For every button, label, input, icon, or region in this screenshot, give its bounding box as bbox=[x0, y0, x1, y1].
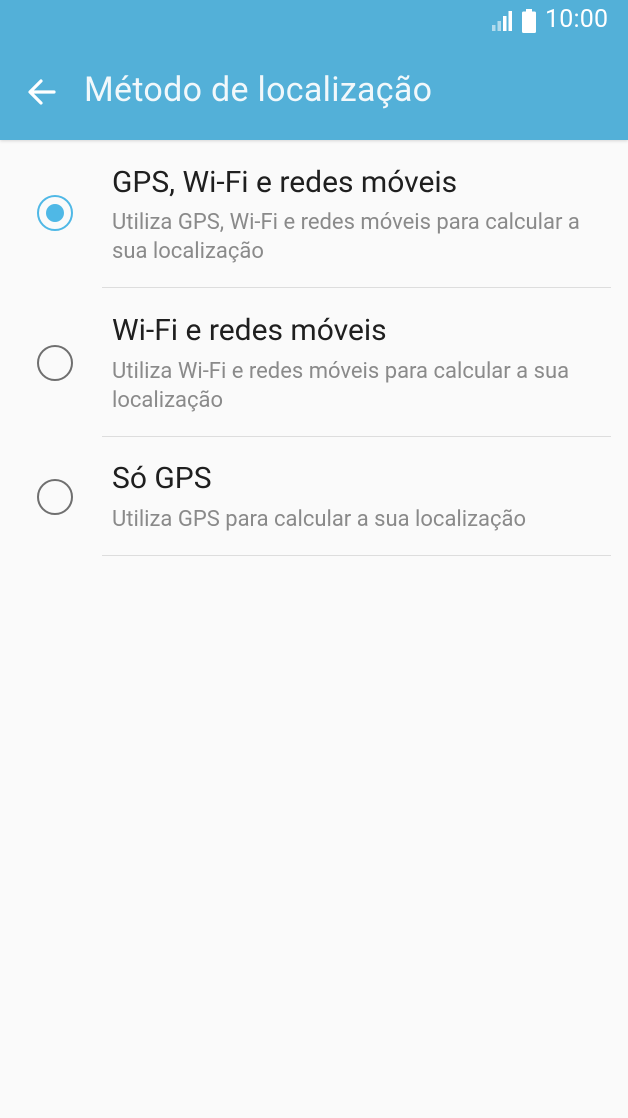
radio-button[interactable] bbox=[37, 345, 73, 381]
battery-icon bbox=[522, 9, 536, 33]
option-gps-only[interactable]: Só GPS Utiliza GPS para calcular a sua l… bbox=[0, 437, 628, 557]
signal-icon bbox=[492, 11, 512, 31]
radio-dot bbox=[46, 204, 64, 222]
option-description: Utiliza GPS para calcular a sua localiza… bbox=[112, 507, 527, 532]
page-title: Método de localização bbox=[84, 70, 433, 110]
divider bbox=[102, 555, 611, 556]
option-title: GPS, Wi-Fi e redes móveis bbox=[112, 165, 458, 200]
status-clock: 10:00 bbox=[545, 5, 609, 34]
option-gps-wifi-mobile[interactable]: GPS, Wi-Fi e redes móveis Utiliza GPS, W… bbox=[0, 140, 628, 288]
radio-button[interactable] bbox=[37, 479, 73, 515]
app-bar: 10:00 Método de localização bbox=[0, 0, 628, 140]
location-method-list: GPS, Wi-Fi e redes móveis Utiliza GPS, W… bbox=[0, 140, 628, 557]
arrow-back-icon bbox=[28, 79, 56, 105]
option-description: Utiliza GPS, Wi-Fi e redes móveis para c… bbox=[112, 210, 580, 264]
option-title: Só GPS bbox=[112, 461, 212, 496]
option-description: Utiliza Wi-Fi e redes móveis para calcul… bbox=[112, 359, 570, 413]
status-bar: 10:00 bbox=[0, 0, 628, 44]
option-title: Wi-Fi e redes móveis bbox=[112, 313, 387, 348]
radio-button-selected[interactable] bbox=[37, 195, 73, 231]
option-wifi-mobile[interactable]: Wi-Fi e redes móveis Utiliza Wi-Fi e red… bbox=[0, 288, 628, 437]
back-button[interactable] bbox=[16, 66, 68, 118]
